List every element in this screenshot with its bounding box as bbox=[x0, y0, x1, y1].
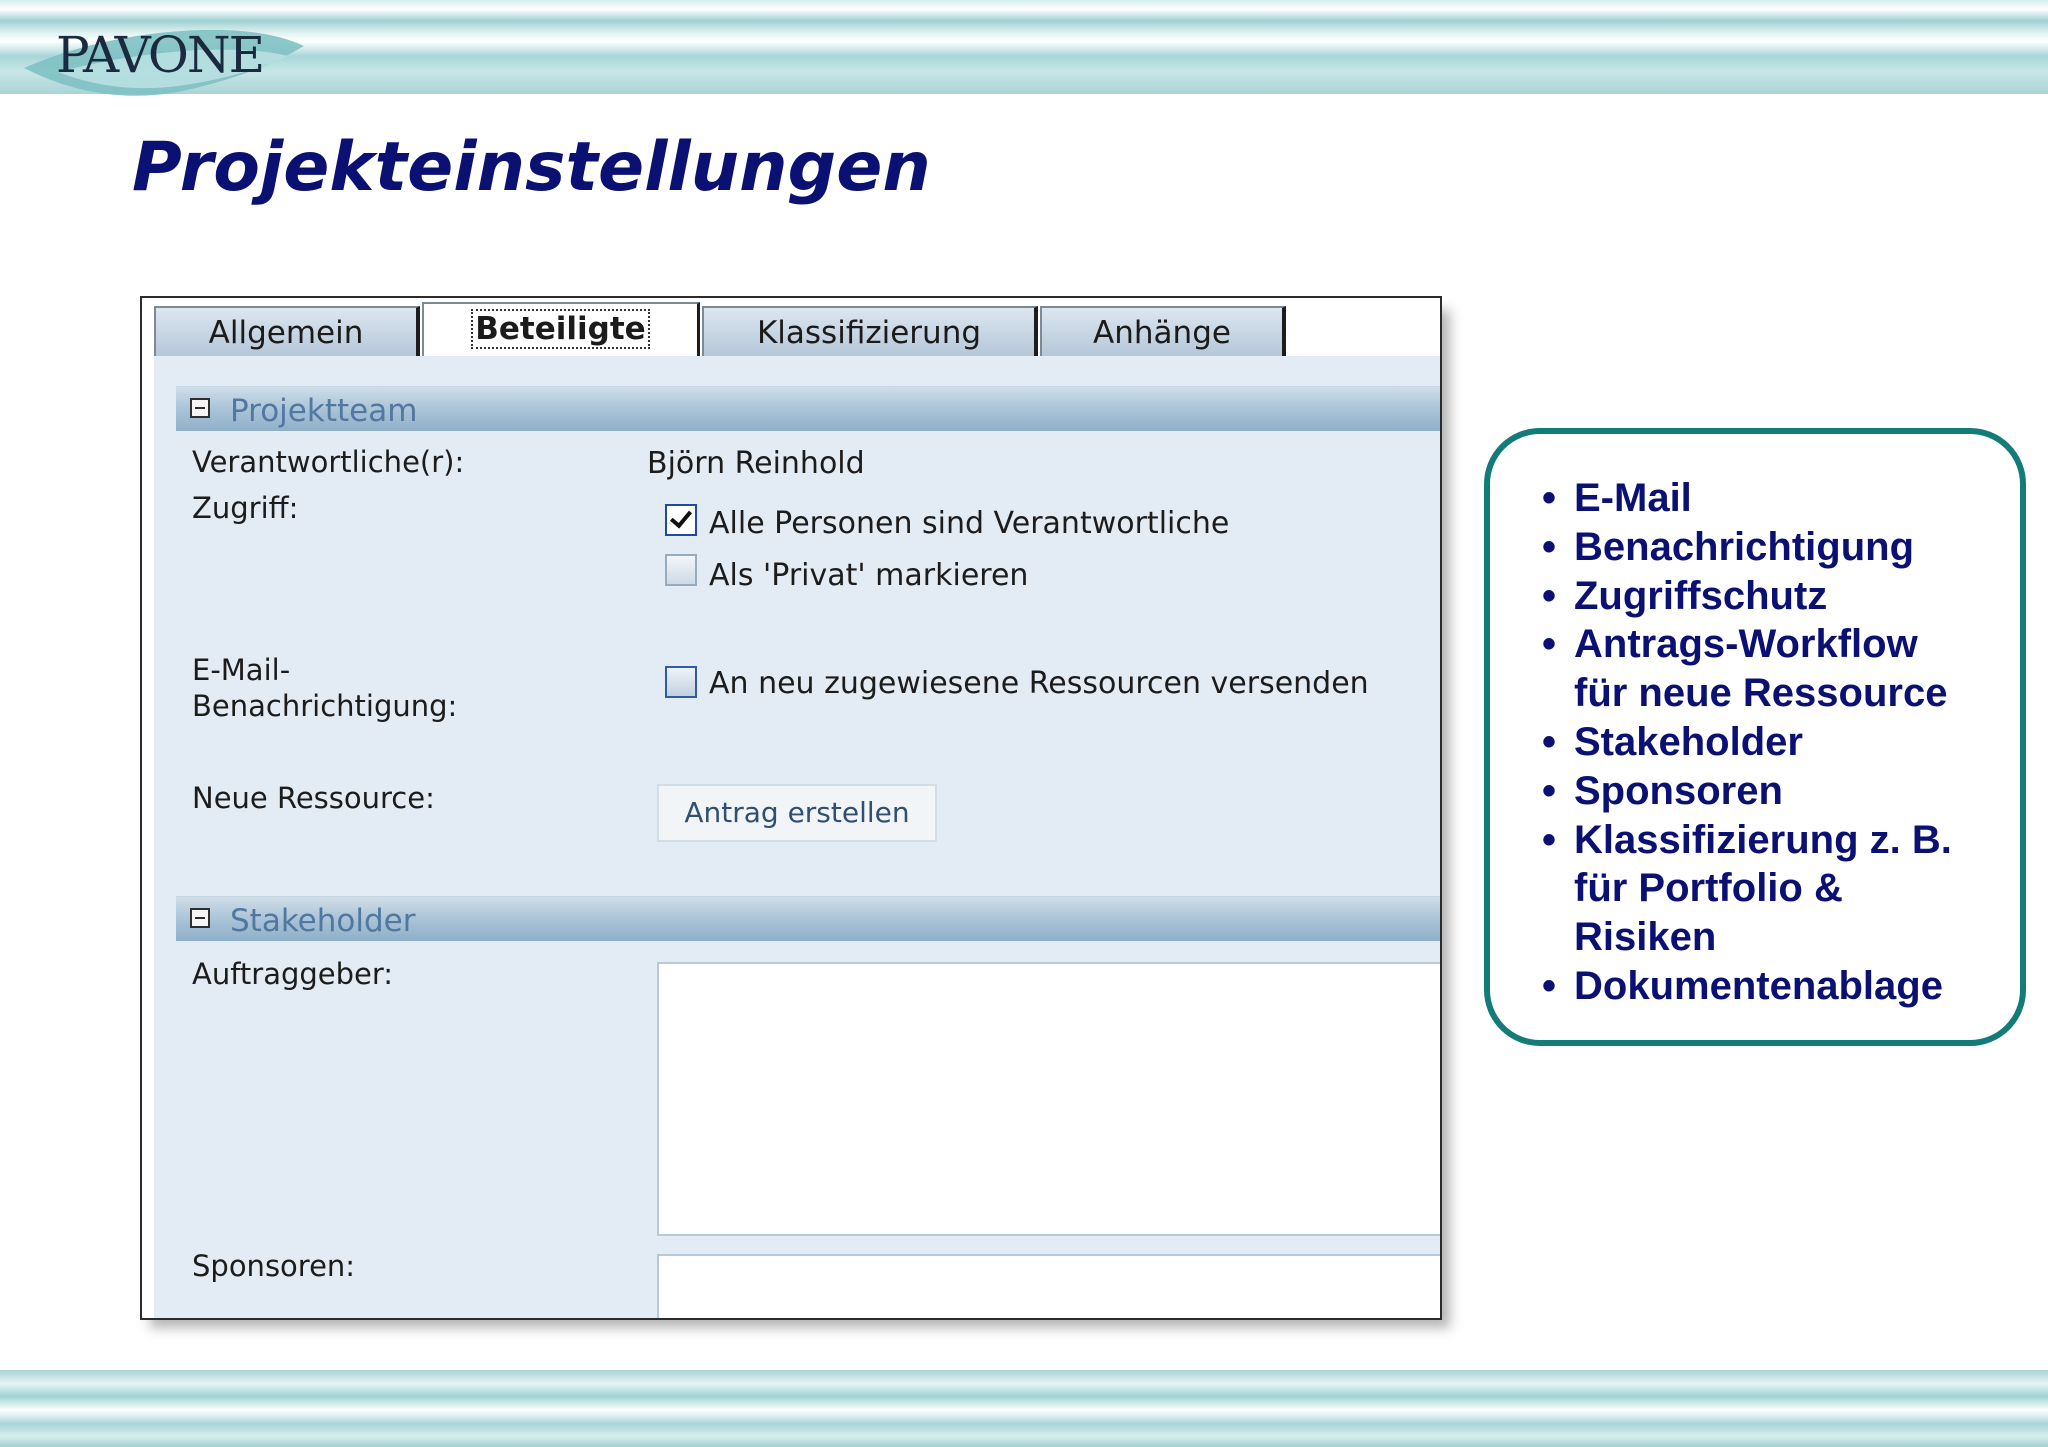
zugriff-label: Zugriff: bbox=[192, 491, 299, 525]
tab-label: Anhänge bbox=[1093, 315, 1231, 351]
verantwortlich-value: Björn Reinhold bbox=[647, 446, 865, 481]
email-notify-checkbox[interactable] bbox=[665, 666, 697, 698]
tab-label: Beteiligte bbox=[471, 309, 650, 349]
feature-item: Klassifizierung z. B. für Portfolio & Ri… bbox=[1542, 816, 1952, 962]
email-label-line2: Benachrichtigung: bbox=[192, 689, 458, 723]
privat-label: Als 'Privat' markieren bbox=[709, 558, 1029, 593]
tab-label: Klassifizierung bbox=[756, 315, 982, 351]
auftraggeber-field[interactable] bbox=[657, 962, 1440, 1236]
alle-personen-checkbox[interactable] bbox=[665, 504, 697, 536]
pavone-logo: PAVONE bbox=[18, 6, 308, 110]
sponsoren-label: Sponsoren: bbox=[192, 1249, 356, 1283]
project-settings-window: Allgemein Beteiligte Klassifizierung Anh… bbox=[140, 296, 1442, 1320]
feature-item: Stakeholder bbox=[1542, 718, 1952, 767]
verantwortlich-label: Verantwortliche(r): bbox=[192, 445, 465, 479]
feature-list: E-Mail Benachrichtigung Zugriffschutz An… bbox=[1542, 474, 1952, 1011]
tab-allgemein[interactable]: Allgemein bbox=[154, 306, 420, 356]
logo-text: PAVONE bbox=[56, 26, 265, 84]
tab-beteiligte[interactable]: Beteiligte bbox=[422, 302, 700, 358]
feature-item: Dokumentenablage bbox=[1542, 962, 1952, 1011]
slide-title: Projekteinstellungen bbox=[132, 128, 931, 207]
neue-ressource-label: Neue Ressource: bbox=[192, 781, 435, 815]
email-notify-label: An neu zugewiesene Ressourcen versenden bbox=[709, 666, 1369, 701]
feature-item: Benachrichtigung bbox=[1542, 523, 1952, 572]
privat-checkbox[interactable] bbox=[665, 554, 697, 586]
feature-item: E-Mail bbox=[1542, 474, 1952, 523]
section-title: Stakeholder bbox=[230, 903, 416, 939]
sponsoren-field[interactable] bbox=[657, 1254, 1440, 1318]
section-header-projektteam[interactable]: Projektteam bbox=[176, 386, 1440, 431]
alle-personen-label: Alle Personen sind Verantwortliche bbox=[709, 506, 1230, 541]
email-label-line1: E-Mail- bbox=[192, 653, 291, 687]
feature-item: Antrags-Workflow für neue Ressource bbox=[1542, 620, 1952, 718]
section-header-stakeholder[interactable]: Stakeholder bbox=[176, 896, 1440, 941]
tab-anhaenge[interactable]: Anhänge bbox=[1040, 306, 1286, 356]
collapse-icon[interactable] bbox=[190, 398, 210, 418]
feature-callout-box: E-Mail Benachrichtigung Zugriffschutz An… bbox=[1484, 428, 2026, 1046]
feature-item: Zugriffschutz bbox=[1542, 572, 1952, 621]
section-title: Projektteam bbox=[230, 393, 418, 429]
tab-label: Allgemein bbox=[208, 315, 364, 351]
bottom-footer-band bbox=[0, 1370, 2048, 1447]
tab-content-panel: Projektteam Verantwortliche(r): Björn Re… bbox=[154, 356, 1440, 1318]
tab-klassifizierung[interactable]: Klassifizierung bbox=[702, 306, 1038, 356]
collapse-icon[interactable] bbox=[190, 908, 210, 928]
auftraggeber-label: Auftraggeber: bbox=[192, 957, 394, 991]
antrag-erstellen-button[interactable]: Antrag erstellen bbox=[657, 784, 937, 842]
feature-item: Sponsoren bbox=[1542, 767, 1952, 816]
